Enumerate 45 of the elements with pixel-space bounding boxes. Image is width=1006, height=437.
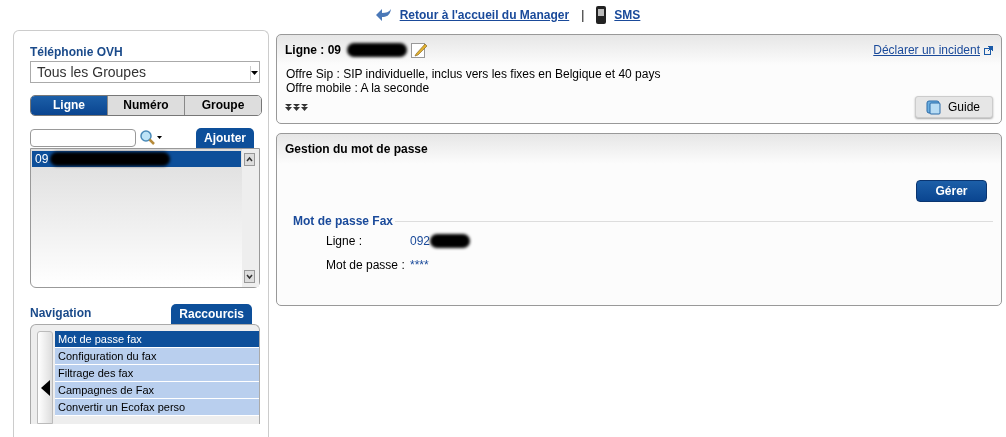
navigation-item[interactable]: Filtrage des fax — [55, 365, 259, 382]
tab[interactable]: Groupe — [184, 96, 261, 115]
card-title: Gestion du mot de passe — [285, 142, 428, 156]
guide-button[interactable]: Guide — [914, 96, 993, 118]
navigation-title: Navigation — [30, 306, 92, 320]
scroll-up-icon[interactable] — [244, 153, 255, 166]
redaction-mark — [430, 233, 471, 248]
top-link[interactable]: SMS — [614, 8, 641, 22]
shortcuts-tab[interactable]: Raccourcis — [171, 304, 252, 324]
search-icon[interactable] — [140, 130, 162, 146]
separator: | — [581, 8, 585, 22]
manage-button[interactable]: Gérer — [916, 180, 987, 202]
field-label: Mot de passe : — [326, 257, 406, 272]
caret-icon — [251, 71, 258, 75]
field-value: 092 — [410, 233, 431, 248]
mobile-phone-icon — [596, 6, 607, 24]
left-triangle-icon — [40, 379, 50, 396]
collapse-handle[interactable] — [37, 331, 53, 424]
field-value: **** — [410, 257, 429, 272]
external-link-icon — [984, 45, 993, 55]
search-field[interactable] — [30, 129, 136, 147]
back-arrow-icon — [375, 8, 392, 22]
scrollbar[interactable] — [242, 149, 259, 287]
sidebar-title: Téléphonie OVH — [30, 45, 124, 59]
tab[interactable]: Ligne — [31, 96, 107, 115]
navigation-item[interactable]: Mot de passe fax — [55, 331, 259, 348]
group-select[interactable]: Tous les Groupes — [30, 61, 260, 83]
navigation-item[interactable]: Configuration du fax — [55, 348, 259, 365]
offer-text: Offre mobile : A la seconde — [286, 81, 431, 95]
navigation-item[interactable]: Convertir un Ecofax perso — [55, 399, 259, 416]
expand-chevrons-icon[interactable] — [285, 103, 309, 111]
navigation-item[interactable]: Campagnes de Fax — [55, 382, 259, 399]
field-label: Ligne : — [326, 233, 364, 248]
redaction-mark — [347, 43, 407, 57]
book-icon — [925, 99, 942, 115]
tab[interactable]: Numéro — [107, 96, 184, 115]
add-button[interactable]: Ajouter — [196, 128, 254, 148]
card-title: Ligne : 09 — [285, 43, 341, 57]
section-title: Mot de passe Fax — [293, 214, 394, 228]
line-item[interactable]: 09 — [32, 151, 241, 167]
scroll-down-icon[interactable] — [244, 270, 255, 283]
pencil-icon[interactable] — [411, 42, 427, 58]
top-link[interactable]: Retour à l'accueil du Manager — [399, 8, 570, 22]
incident-link[interactable]: Déclarer un incident — [873, 43, 980, 57]
offer-text: Offre Sip : SIP individuelle, inclus vers les fixes en Belgique et 40 pays — [286, 67, 662, 81]
